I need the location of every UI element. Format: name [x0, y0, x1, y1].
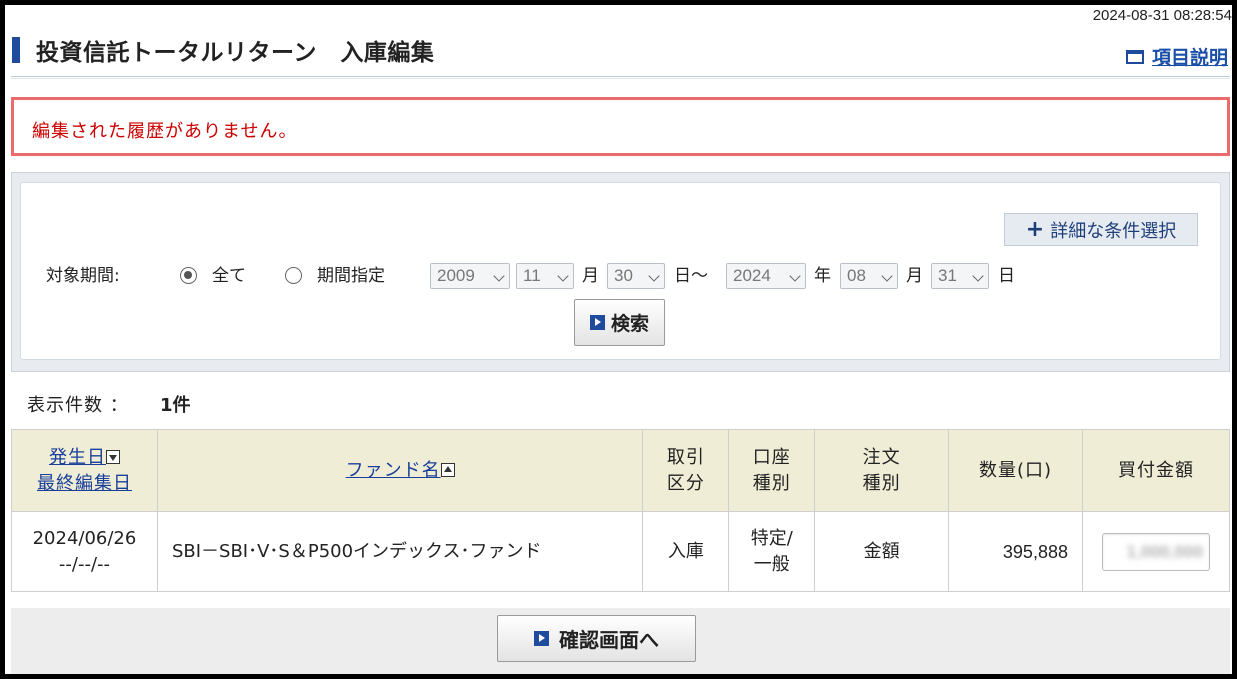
chevron-down-icon [648, 270, 660, 282]
result-count-value: 1件 [160, 395, 191, 416]
detail-conditions-button[interactable]: + 詳細な条件選択 [1004, 213, 1198, 246]
col-amount: 買付金額 [1081, 429, 1231, 512]
chevron-down-icon [493, 270, 505, 282]
from-day-value: 30 [614, 266, 633, 285]
col-fund: ファンド名 [156, 429, 644, 512]
col-trade: 取引 区分 [642, 429, 730, 512]
chevron-down-icon [557, 270, 569, 282]
to-month-value: 08 [847, 266, 866, 285]
unit-month-2: 月 [906, 266, 923, 286]
search-panel: + 詳細な条件選択 対象期間: 全て 期間指定 2009 11 月 30 日～ … [11, 172, 1230, 372]
sort-edited-link[interactable]: 最終編集日 [37, 473, 132, 494]
timestamp: 2024-08-31 08:28:54 [1092, 7, 1232, 24]
col-order-label-1: 注文 [862, 446, 901, 468]
from-year-value: 2009 [437, 266, 475, 285]
row-account-2: 一般 [753, 553, 790, 575]
chevron-down-icon [789, 270, 801, 282]
cell-fund: SBI－SBI･V･S＆P500インデックス･ファンド [156, 511, 644, 592]
sort-fund-link[interactable]: ファンド名 [346, 460, 441, 481]
amount-input[interactable]: 1,000,000 [1101, 532, 1210, 571]
to-year-select[interactable]: 2024 [726, 263, 806, 289]
chevron-down-icon [972, 270, 984, 282]
header-divider-shadow [11, 78, 1230, 79]
col-order-label-2: 種別 [862, 472, 901, 494]
search-button-label: 検索 [610, 313, 649, 335]
col-trade-label-1: 取引 [666, 446, 705, 468]
error-message-box: 編集された履歴がありません。 [11, 97, 1230, 156]
radio-range-label: 期間指定 [317, 266, 385, 286]
unit-day: 日 [998, 266, 1015, 286]
period-row: 対象期間: 全て 期間指定 2009 11 月 30 日～ 2024 年 08 … [46, 263, 1206, 289]
cell-date: 2024/06/26 --/--/-- [11, 511, 158, 592]
search-button[interactable]: 検索 [574, 299, 665, 346]
cell-trade: 入庫 [642, 511, 730, 592]
confirm-button-label: 確認画面へ [559, 628, 659, 652]
amount-value: 1,000,000 [1126, 542, 1203, 561]
col-account-label-1: 口座 [752, 446, 791, 468]
confirm-button[interactable]: 確認画面へ [497, 615, 696, 662]
play-icon [589, 315, 605, 330]
unit-month: 月 [582, 266, 599, 286]
radio-range[interactable] [285, 267, 302, 284]
result-table: 発生日 最終編集日 ファンド名 取引区分 口座種別 注文種別 数量(口) 買付金… [11, 429, 1231, 592]
row-account-1: 特定/ [750, 527, 793, 549]
help-link[interactable]: 項目説明 [1152, 43, 1228, 70]
cell-amount: 1,000,000 [1081, 511, 1231, 592]
detail-conditions-label: 詳細な条件選択 [1050, 220, 1177, 242]
plus-icon: + [1025, 216, 1045, 242]
row-edited-date: --/--/-- [58, 553, 111, 575]
cell-account: 特定/一般 [728, 511, 816, 592]
chevron-down-icon [881, 270, 893, 282]
play-icon [534, 631, 549, 646]
col-trade-label-2: 区分 [666, 472, 705, 494]
error-message: 編集された履歴がありません。 [32, 121, 298, 142]
to-day-select[interactable]: 31 [931, 263, 989, 289]
to-year-value: 2024 [733, 266, 771, 285]
row-date: 2024/06/26 [32, 527, 137, 549]
page-frame: 2024-08-31 08:28:54 投資信託トータルリターン 入庫編集 項目… [5, 5, 1232, 674]
table-row: 2024/06/26 --/--/-- SBI－SBI･V･S＆P500インデック… [11, 511, 1231, 592]
to-day-value: 31 [938, 266, 957, 285]
col-account: 口座 種別 [728, 429, 816, 512]
to-month-select[interactable]: 08 [840, 263, 898, 289]
from-month-select[interactable]: 11 [516, 263, 574, 289]
sort-desc-icon[interactable] [105, 449, 120, 464]
from-year-select[interactable]: 2009 [430, 263, 510, 289]
header-divider [11, 76, 1230, 77]
cell-quantity: 395,888 [948, 511, 1083, 592]
page-title: 投資信託トータルリターン 入庫編集 [36, 40, 435, 66]
col-quantity: 数量(口) [948, 429, 1083, 512]
radio-all-label: 全て [212, 266, 246, 286]
radio-all[interactable] [180, 267, 197, 284]
sort-asc-icon[interactable] [440, 462, 455, 477]
col-order: 注文 種別 [814, 429, 950, 512]
col-date: 発生日 最終編集日 [11, 429, 158, 512]
footer-bar: 確認画面へ [11, 608, 1230, 674]
from-day-select[interactable]: 30 [607, 263, 665, 289]
unit-year: 年 [814, 266, 831, 286]
col-account-label-2: 種別 [752, 472, 791, 494]
title-accent-bar [12, 37, 20, 63]
table-header-row: 発生日 最終編集日 ファンド名 取引区分 口座種別 注文種別 数量(口) 買付金… [11, 429, 1231, 512]
sort-date-link[interactable]: 発生日 [49, 447, 106, 468]
period-label: 対象期間: [46, 266, 120, 286]
from-month-value: 11 [523, 266, 541, 285]
cell-order: 金額 [814, 511, 950, 592]
result-count-label: 表示件数 ： [27, 395, 129, 416]
new-window-icon [1125, 49, 1144, 64]
search-panel-inner: + 詳細な条件選択 対象期間: 全て 期間指定 2009 11 月 30 日～ … [20, 182, 1221, 360]
help-link-group[interactable]: 項目説明 [1125, 43, 1228, 70]
unit-day-tilde: 日～ [674, 266, 708, 286]
